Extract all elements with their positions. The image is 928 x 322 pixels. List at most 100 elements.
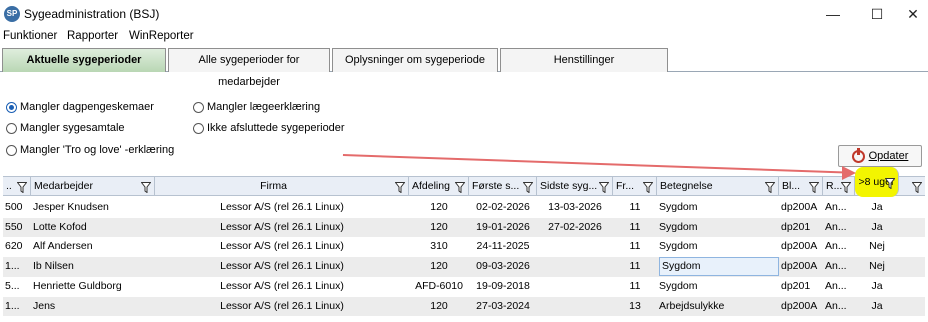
cell-bl[interactable]: dp200A [781, 297, 823, 316]
cell-betegnelse[interactable]: Sygdom [659, 257, 779, 277]
column-header-bl[interactable]: Bl... [779, 177, 823, 196]
cell-bl[interactable]: dp200A [781, 237, 823, 256]
cell-r[interactable]: An... [825, 198, 855, 217]
menu-rapporter[interactable]: Rapporter [67, 30, 118, 42]
column-filter-icon[interactable] [454, 181, 466, 194]
cell-afdeling[interactable]: AFD-6010 [409, 277, 469, 296]
cell-medarbejder[interactable]: Lotte Kofod [33, 218, 155, 237]
cell-fr[interactable]: 11 [613, 237, 657, 256]
cell-firma[interactable]: Lessor A/S (rel 26.1 Linux) [155, 297, 409, 316]
cell-fr[interactable]: 11 [613, 277, 657, 296]
cell-bl[interactable]: dp201 [781, 277, 823, 296]
cell-betegnelse[interactable]: Sygdom [659, 218, 779, 237]
cell-afdeling[interactable]: 310 [409, 237, 469, 256]
radio-checked[interactable] [6, 101, 17, 113]
tab-oplysninger[interactable]: Oplysninger om sygeperiode [332, 48, 498, 72]
cell-betegnelse[interactable]: Sygdom [659, 237, 779, 256]
cell-id[interactable]: 1... [5, 297, 31, 316]
cell-firma[interactable]: Lessor A/S (rel 26.1 Linux) [155, 237, 409, 256]
column-filter-icon[interactable] [16, 181, 28, 194]
tab-aktuelle-sygeperioder[interactable]: Aktuelle sygeperioder [2, 48, 166, 72]
cell-sidste-sygedag[interactable] [537, 237, 613, 256]
column-header-medarbejder[interactable]: Medarbejder [31, 177, 155, 196]
filter-mangler-sygesamtale[interactable]: Mangler sygesamtale [6, 122, 125, 134]
filter-mangler-dagpengeskemaer[interactable]: Mangler dagpengeskemaer [6, 101, 154, 113]
cell-over-8-uger[interactable]: Nej [855, 257, 899, 276]
cell-medarbejder[interactable]: Ib Nilsen [33, 257, 155, 276]
cell-firma[interactable]: Lessor A/S (rel 26.1 Linux) [155, 218, 409, 237]
cell-r[interactable]: An... [825, 218, 855, 237]
cell-sidste-sygedag[interactable] [537, 257, 613, 276]
cell-over-8-uger[interactable]: Ja [855, 277, 899, 296]
menu-funktioner[interactable]: Funktioner [3, 30, 57, 42]
cell-forste-sygedag[interactable]: 09-03-2026 [469, 257, 537, 276]
cell-bl[interactable]: dp200A [781, 198, 823, 217]
table-row[interactable]: 5... Henriette Guldborg Lessor A/S (rel 26… [3, 277, 925, 297]
cell-r[interactable]: An... [825, 257, 855, 276]
cell-r[interactable]: An... [825, 277, 855, 296]
cell-id[interactable]: 5... [5, 277, 31, 296]
cell-over-8-uger[interactable]: Ja [855, 198, 899, 217]
column-filter-icon[interactable] [522, 181, 534, 194]
column-filter-icon[interactable] [840, 181, 852, 194]
column-header-over-8-uger[interactable]: >8 uger [855, 167, 899, 197]
cell-betegnelse[interactable]: Sygdom [659, 198, 779, 217]
minimize-button[interactable]: — [810, 0, 856, 28]
column-filter-icon[interactable] [884, 171, 896, 190]
cell-fr[interactable]: 11 [613, 218, 657, 237]
cell-over-8-uger[interactable]: Nej [855, 237, 899, 256]
cell-afdeling[interactable]: 120 [409, 198, 469, 217]
cell-id[interactable]: 550 [5, 218, 31, 237]
cell-id[interactable]: 500 [5, 198, 31, 217]
refresh-button[interactable]: Opdater [838, 145, 922, 167]
column-filter-icon[interactable] [808, 181, 820, 194]
cell-forste-sygedag[interactable]: 02-02-2026 [469, 198, 537, 217]
cell-betegnelse[interactable]: Arbejdsulykke [659, 297, 779, 316]
table-row[interactable]: 620 Alf Andersen Lessor A/S (rel 26.1 Linu… [3, 237, 925, 257]
cell-medarbejder[interactable]: Jesper Knudsen [33, 198, 155, 217]
filter-mangler-laegeerklaering[interactable]: Mangler lægeerklæring [193, 101, 320, 113]
cell-forste-sygedag[interactable]: 27-03-2024 [469, 297, 537, 316]
tab-alle-sygeperioder[interactable]: Alle sygeperioder for medarbejder [168, 48, 330, 88]
table-row[interactable]: 1... Ib Nilsen Lessor A/S (rel 26.1 Linux)… [3, 257, 925, 277]
cell-betegnelse[interactable]: Sygdom [659, 277, 779, 296]
column-filter-icon[interactable] [764, 181, 776, 194]
column-header-betegnelse[interactable]: Betegnelse [657, 177, 779, 196]
column-filter-icon[interactable] [642, 181, 654, 194]
cell-sidste-sygedag[interactable] [537, 297, 613, 316]
table-row[interactable]: 500 Jesper Knudsen Lessor A/S (rel 26.1 Li… [3, 198, 925, 218]
cell-over-8-uger[interactable]: Ja [855, 218, 899, 237]
column-header-filter-extra[interactable] [899, 177, 925, 196]
column-filter-icon[interactable] [598, 181, 610, 194]
column-header-afdeling[interactable]: Afdeling [409, 177, 469, 196]
cell-firma[interactable]: Lessor A/S (rel 26.1 Linux) [155, 257, 409, 276]
cell-bl[interactable]: dp201 [781, 218, 823, 237]
filter-mangler-tro-og-love[interactable]: Mangler 'Tro og love' -erklæring [6, 144, 174, 156]
menu-winreporter[interactable]: WinReporter [129, 30, 194, 42]
cell-fr[interactable]: 11 [613, 198, 657, 217]
column-header-id[interactable]: .. [3, 177, 31, 196]
cell-id[interactable]: 620 [5, 237, 31, 256]
cell-r[interactable]: An... [825, 237, 855, 256]
cell-firma[interactable]: Lessor A/S (rel 26.1 Linux) [155, 277, 409, 296]
cell-id[interactable]: 1... [5, 257, 31, 276]
radio[interactable] [6, 122, 17, 134]
maximize-button[interactable]: ☐ [854, 0, 900, 28]
cell-afdeling[interactable]: 120 [409, 297, 469, 316]
cell-medarbejder[interactable]: Jens [33, 297, 155, 316]
tab-henstillinger[interactable]: Henstillinger [500, 48, 668, 72]
cell-firma[interactable]: Lessor A/S (rel 26.1 Linux) [155, 198, 409, 217]
cell-sidste-sygedag[interactable]: 13-03-2026 [537, 198, 613, 217]
cell-fr[interactable]: 11 [613, 257, 657, 276]
cell-bl[interactable]: dp200A [781, 257, 823, 276]
cell-afdeling[interactable]: 120 [409, 218, 469, 237]
cell-medarbejder[interactable]: Henriette Guldborg [33, 277, 155, 296]
column-header-fr[interactable]: Fr... [613, 177, 657, 196]
close-button[interactable]: ✕ [898, 0, 928, 28]
cell-sidste-sygedag[interactable]: 27-02-2026 [537, 218, 613, 237]
cell-over-8-uger[interactable]: Ja [855, 297, 899, 316]
cell-fr[interactable]: 13 [613, 297, 657, 316]
column-header-forste-sygedag[interactable]: Første s... [469, 177, 537, 196]
column-filter-icon[interactable] [140, 181, 152, 194]
column-filter-icon[interactable] [394, 181, 406, 194]
